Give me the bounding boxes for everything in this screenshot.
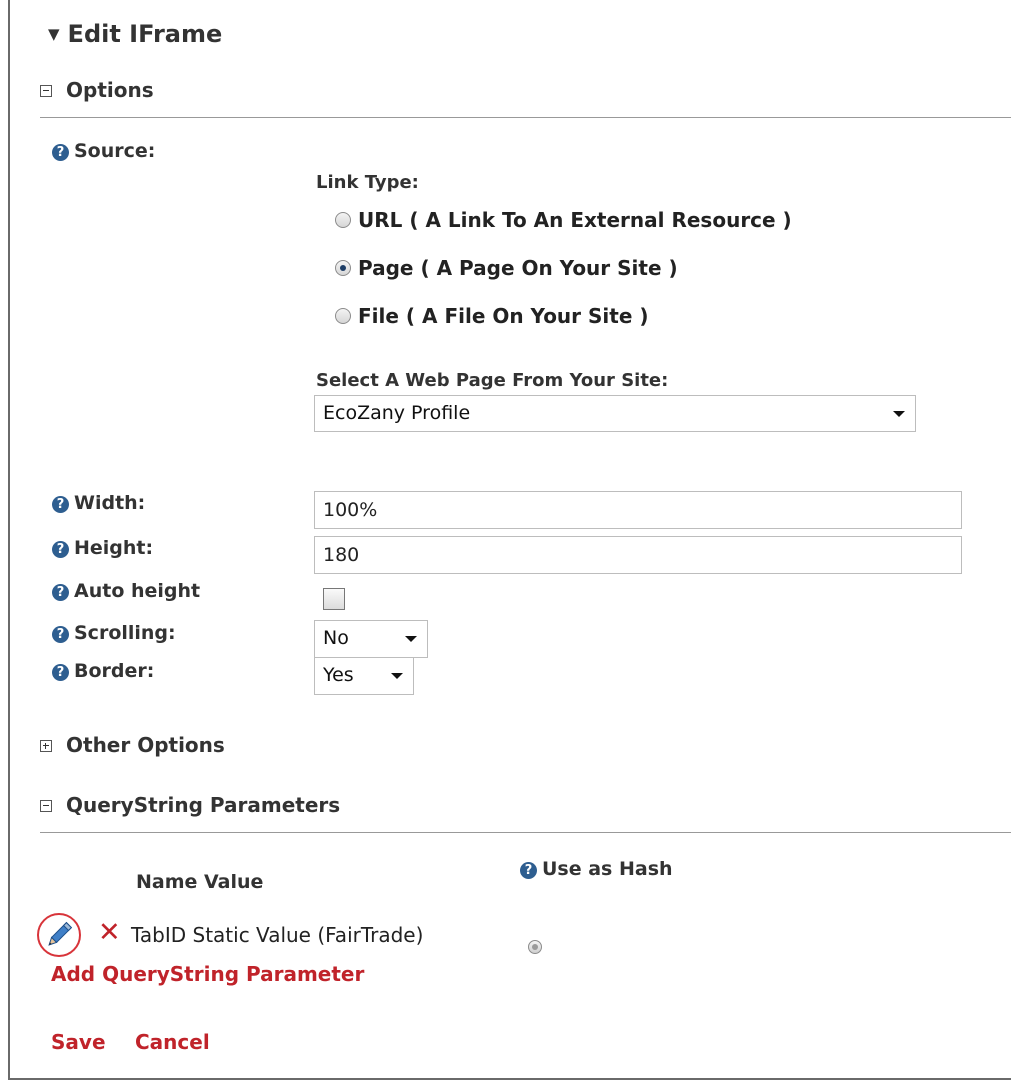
querystring-label: QueryString Parameters (66, 793, 341, 817)
link-type-option-label: Page ( A Page On Your Site ) (358, 256, 678, 280)
collapse-triangle-icon[interactable]: ▼ (48, 25, 60, 43)
height-label: ? Height: (52, 537, 153, 559)
chevron-down-icon (405, 636, 417, 642)
divider (40, 117, 1011, 118)
other-options-label: Other Options (66, 733, 225, 757)
width-label: ? Width: (52, 492, 145, 514)
auto-height-label: ? Auto height (52, 580, 200, 602)
help-icon[interactable]: ? (52, 541, 69, 558)
add-querystring-parameter-link[interactable]: Add QueryString Parameter (51, 962, 364, 986)
scrolling-select[interactable]: No (314, 620, 428, 658)
page-title[interactable]: ▼ Edit IFrame (48, 20, 222, 48)
delete-icon[interactable]: ✕ (98, 917, 121, 948)
chevron-down-icon (391, 673, 403, 679)
use-as-hash-radio[interactable] (528, 940, 542, 954)
pencil-icon[interactable] (39, 915, 79, 955)
options-section-header[interactable]: Options (40, 78, 154, 102)
querystring-section-header[interactable]: QueryString Parameters (40, 793, 340, 817)
help-icon[interactable]: ? (52, 626, 69, 643)
page-select[interactable]: EcoZany Profile (314, 395, 916, 432)
radio-page[interactable] (335, 260, 351, 276)
divider (40, 832, 1011, 833)
scrolling-label: ? Scrolling: (52, 622, 176, 644)
help-icon[interactable]: ? (52, 496, 69, 513)
scrolling-label-text: Scrolling: (74, 622, 176, 644)
querystring-row-text: TabID Static Value (FairTrade) (131, 923, 424, 947)
link-type-option-page[interactable]: Page ( A Page On Your Site ) (335, 256, 678, 280)
help-icon[interactable]: ? (52, 584, 69, 601)
width-label-text: Width: (74, 492, 146, 514)
height-input[interactable]: 180 (314, 536, 962, 574)
auto-height-label-text: Auto height (74, 580, 201, 602)
link-type-option-file[interactable]: File ( A File On Your Site ) (335, 304, 649, 328)
border-select-value: Yes (323, 664, 354, 686)
use-as-hash-label: ? Use as Hash (520, 858, 673, 880)
border-select[interactable]: Yes (314, 657, 414, 695)
radio-file[interactable] (335, 308, 351, 324)
use-as-hash-text: Use as Hash (542, 858, 673, 880)
name-value-header: Name Value (136, 871, 264, 893)
chevron-down-icon (893, 411, 905, 417)
save-button[interactable]: Save (51, 1030, 106, 1054)
link-type-option-label: URL ( A Link To An External Resource ) (358, 208, 792, 232)
edit-highlight-circle (37, 913, 81, 957)
select-page-label: Select A Web Page From Your Site: (316, 370, 669, 391)
edit-iframe-panel: ▼ Edit IFrame Options ? Source: Link Type:… (8, 0, 1011, 1080)
border-label-text: Border: (74, 660, 155, 682)
width-input[interactable]: 100% (314, 491, 962, 529)
help-icon[interactable]: ? (52, 664, 69, 681)
auto-height-checkbox[interactable] (323, 588, 345, 610)
options-section-label: Options (66, 78, 154, 102)
expand-box-icon[interactable] (40, 740, 52, 752)
help-icon[interactable]: ? (520, 862, 537, 879)
collapse-box-icon[interactable] (40, 85, 52, 97)
radio-url[interactable] (335, 212, 351, 228)
cancel-button[interactable]: Cancel (135, 1030, 210, 1054)
source-label: ? Source: (52, 140, 155, 162)
other-options-section-header[interactable]: Other Options (40, 733, 225, 757)
height-label-text: Height: (74, 537, 154, 559)
border-label: ? Border: (52, 660, 154, 682)
scrolling-select-value: No (323, 627, 349, 649)
page-title-text: Edit IFrame (67, 20, 223, 48)
link-type-option-label: File ( A File On Your Site ) (358, 304, 649, 328)
source-label-text: Source: (74, 140, 156, 162)
collapse-box-icon[interactable] (40, 800, 52, 812)
page-select-value: EcoZany Profile (323, 402, 471, 424)
link-type-option-url[interactable]: URL ( A Link To An External Resource ) (335, 208, 792, 232)
link-type-label: Link Type: (316, 172, 419, 193)
help-icon[interactable]: ? (52, 144, 69, 161)
